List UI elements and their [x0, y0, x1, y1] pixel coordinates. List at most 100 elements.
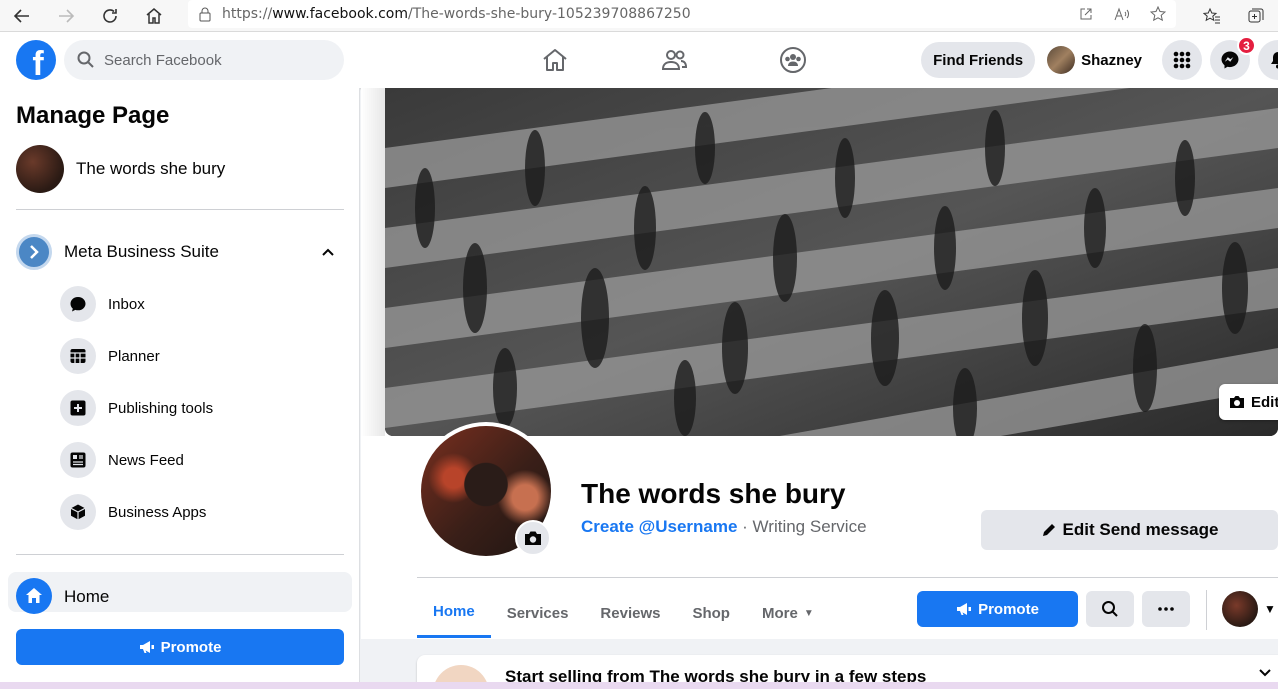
add-favorite-icon[interactable]: [1140, 0, 1176, 30]
meta-business-suite-toggle[interactable]: Meta Business Suite: [16, 232, 344, 272]
tab-label: Reviews: [600, 604, 661, 622]
edit-send-label: Edit Send message: [1062, 520, 1219, 539]
messenger-icon: [1221, 51, 1239, 69]
crowd-crosswalk-photo: [385, 88, 1278, 436]
tab-label: Home: [433, 603, 475, 620]
sidebar-item-label: Planner: [108, 347, 160, 365]
sidebar-divider: [16, 209, 344, 210]
home-browser-icon[interactable]: [132, 0, 176, 32]
promote-label: Promote: [978, 600, 1039, 618]
profile-shortcut[interactable]: Shazney: [1043, 40, 1154, 80]
update-profile-picture-button[interactable]: [515, 520, 551, 556]
grid-menu-icon: [1173, 51, 1191, 69]
more-options-button[interactable]: [1142, 591, 1190, 627]
avatar[interactable]: [1222, 591, 1258, 627]
promote-button[interactable]: Promote: [917, 591, 1078, 627]
browser-toolbar: https://www.facebook.com/The-words-she-b…: [0, 0, 1278, 32]
cube-icon: [60, 494, 96, 530]
read-aloud-icon[interactable]: [1104, 0, 1140, 30]
search-box[interactable]: [64, 40, 344, 80]
open-external-icon[interactable]: [1068, 0, 1104, 30]
sidebar-page-link[interactable]: The words she bury: [16, 145, 225, 193]
chevron-up-icon[interactable]: [320, 244, 336, 260]
search-page-button[interactable]: [1086, 591, 1134, 627]
search-icon: [1102, 601, 1118, 617]
favorites-icon[interactable]: [1190, 0, 1234, 32]
tab-label: More: [761, 604, 798, 622]
tab-label: Services: [506, 604, 569, 622]
camera-icon: [525, 531, 541, 545]
tab-separator: [1206, 590, 1207, 630]
nav-friends-tab[interactable]: [614, 32, 733, 88]
megaphone-icon: [957, 603, 972, 615]
ellipsis-icon: [1158, 607, 1174, 611]
notifications-button[interactable]: [1258, 40, 1278, 80]
nav-groups-tab[interactable]: [733, 32, 852, 88]
tab-reviews[interactable]: Reviews: [584, 588, 676, 638]
sidebar-item-label: Inbox: [108, 295, 145, 313]
nav-home-tab[interactable]: [495, 32, 614, 88]
meta-business-suite-label: Meta Business Suite: [64, 242, 219, 261]
tab-label: Shop: [692, 604, 730, 622]
find-friends-button[interactable]: Find Friends: [921, 42, 1036, 78]
menu-button[interactable]: [1162, 40, 1202, 80]
groups-icon: [779, 47, 806, 73]
reload-icon[interactable]: [88, 0, 132, 32]
avatar: [1047, 46, 1076, 74]
lock-icon: [188, 6, 222, 22]
url-host: www.facebook.com: [272, 6, 408, 22]
caret-down-icon: ▼: [803, 607, 814, 619]
create-username-link[interactable]: Create @Username: [581, 517, 737, 536]
sidebar-item-label: News Feed: [108, 451, 184, 469]
friends-icon: [661, 50, 687, 70]
sidebar-item-publishing-tools[interactable]: Publishing tools: [60, 386, 344, 430]
forward-arrow-icon[interactable]: [44, 0, 88, 32]
messenger-button[interactable]: 3: [1210, 36, 1256, 80]
sidebar-item-business-apps[interactable]: Business Apps: [60, 490, 344, 534]
sidebar-promote-button[interactable]: Promote: [16, 629, 344, 665]
profile-name: Shazney: [1081, 51, 1142, 69]
bell-icon: [1271, 52, 1278, 69]
calendar-grid-icon: [60, 338, 96, 374]
edit-send-message-button[interactable]: Edit Send message: [981, 510, 1278, 550]
address-bar[interactable]: https://www.facebook.com/The-words-she-b…: [188, 0, 1176, 28]
url-path: /The-words-she-bury-105239708867250: [408, 6, 691, 22]
chevron-down-icon[interactable]: [1257, 665, 1273, 681]
pencil-icon: [1042, 524, 1055, 536]
cover-photo: [385, 88, 1278, 436]
sidebar-item-inbox[interactable]: Inbox: [60, 282, 344, 326]
search-input[interactable]: [104, 51, 324, 69]
separator: ·: [737, 517, 753, 536]
back-arrow-icon[interactable]: [0, 0, 44, 32]
bottom-strip: [0, 682, 1278, 689]
edit-cover-button[interactable]: Edit: [1219, 384, 1278, 420]
tab-shop[interactable]: Shop: [676, 588, 746, 638]
page-avatar: [16, 145, 64, 193]
sidebar-promote-label: Promote: [160, 638, 222, 656]
tab-home[interactable]: Home: [417, 588, 491, 638]
home-icon: [16, 578, 52, 614]
tab-more[interactable]: More ▼: [746, 588, 830, 638]
url-prefix: https://: [222, 6, 273, 22]
sidebar-item-home[interactable]: Home: [8, 572, 352, 614]
sidebar-item-label: Business Apps: [108, 503, 207, 521]
sidebar-item-news-feed[interactable]: News Feed: [60, 438, 344, 482]
cover-edge: [361, 88, 385, 436]
collections-icon[interactable]: [1234, 0, 1278, 32]
sidebar-page-name: The words she bury: [76, 159, 226, 178]
publishing-tools-icon: [60, 390, 96, 426]
sidebar-item-planner[interactable]: Planner: [60, 334, 344, 378]
sidebar-title: Manage Page: [16, 102, 170, 129]
sidebar-item-label: Home: [64, 587, 110, 606]
url-text: https://www.facebook.com/The-words-she-b…: [222, 6, 691, 22]
tab-services[interactable]: Services: [491, 588, 585, 638]
caret-down-icon[interactable]: ▼: [1264, 602, 1276, 616]
news-feed-icon: [60, 442, 96, 478]
page-title: The words she bury: [581, 478, 846, 509]
chat-bubble-icon: [60, 286, 96, 322]
sidebar-item-label: Publishing tools: [108, 399, 214, 417]
messenger-badge: 3: [1237, 36, 1256, 55]
search-icon: [77, 51, 94, 68]
page-subtitle: Create @Username · Writing Service: [581, 517, 867, 537]
facebook-logo-icon[interactable]: f: [16, 40, 56, 80]
